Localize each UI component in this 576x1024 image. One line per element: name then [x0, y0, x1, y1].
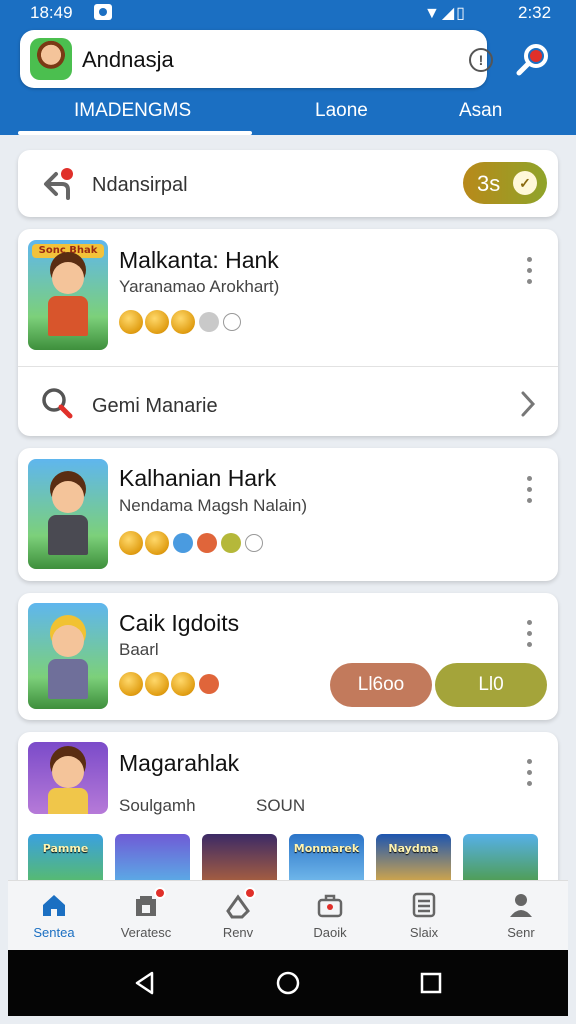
coin-icon: ✓: [513, 171, 537, 195]
game-extra-label: SOUN: [256, 796, 306, 815]
briefcase-icon: [317, 894, 343, 918]
account-name: Andnasja: [82, 47, 174, 72]
avatar[interactable]: [30, 38, 72, 80]
status-bar: 18:49 ▼◢▯ 2:32: [0, 0, 576, 26]
nav-item-store[interactable]: Veratesc: [106, 881, 186, 951]
tile-label: Pamme: [42, 842, 89, 855]
score-pill[interactable]: 3s ✓: [463, 162, 547, 204]
nav-label: Senr: [507, 925, 535, 940]
info-icon[interactable]: !: [469, 48, 493, 72]
nav-item-briefcase[interactable]: Daoik: [290, 881, 370, 951]
chevron-right-icon[interactable]: [518, 389, 538, 419]
clock-icon: [245, 534, 263, 552]
nav-item-tag[interactable]: Renv: [198, 881, 278, 951]
nav-item-home[interactable]: Sentea: [14, 881, 94, 951]
list-icon: [412, 892, 436, 918]
game-thumbnail[interactable]: [28, 459, 108, 569]
nav-label: Renv: [222, 925, 254, 940]
search-icon[interactable]: [513, 40, 553, 80]
game-card[interactable]: Caik Igdoits Baarl Ll6oo Ll0: [18, 593, 558, 720]
system-navigation: [8, 950, 568, 1016]
face-icon: [197, 533, 217, 553]
robot-icon: [199, 312, 219, 332]
globe-icon: [173, 533, 193, 553]
rating-row: [119, 671, 219, 697]
badge-icon: [221, 533, 241, 553]
coin-icon: [145, 310, 169, 334]
summary-card[interactable]: Ndansirpal 3s ✓: [18, 150, 558, 217]
game-card[interactable]: Kalhanian Hark Nendama Magsh Nalain): [18, 448, 558, 581]
tab-asan[interactable]: Asan: [459, 100, 502, 122]
rating-row: [119, 530, 263, 556]
app-header: 18:49 ▼◢▯ 2:32 Andnasja ! IMADENGMS Laon…: [0, 0, 576, 135]
coin-icon: [171, 672, 195, 696]
thumbnail-banner: Sonc Bhak: [32, 244, 104, 258]
tab-indicator: [18, 131, 252, 135]
game-title: Magarahlak: [119, 750, 240, 776]
manage-label: Gemi Manarie: [92, 395, 218, 417]
more-options-icon[interactable]: [524, 257, 536, 287]
nav-item-profile[interactable]: Senr: [481, 881, 561, 951]
back-icon[interactable]: [40, 168, 76, 200]
game-subtitle: Yaranamao Arokhart): [119, 277, 280, 296]
nav-label: Daoik: [313, 925, 347, 940]
coin-icon: [145, 531, 169, 555]
nav-item-list[interactable]: Slaix: [384, 881, 464, 951]
game-subtitle: Soulgamh: [119, 796, 196, 815]
status-time: 18:49: [30, 3, 73, 22]
signal-icon: ▼◢▯: [424, 5, 467, 22]
game-subtitle: Baarl: [119, 640, 159, 659]
tab-imadengms[interactable]: IMADENGMS: [74, 100, 191, 122]
gift-icon: [199, 674, 219, 694]
tile-label: Naydma: [388, 842, 439, 855]
rating-row: [119, 309, 241, 335]
game-title: Kalhanian Hark: [119, 465, 277, 491]
game-thumbnail[interactable]: [28, 603, 108, 709]
tile-label: Monmarek: [293, 842, 360, 855]
notification-badge: [154, 887, 166, 899]
divider: [18, 366, 558, 367]
more-options-icon[interactable]: [524, 620, 536, 650]
coin-icon: [145, 672, 169, 696]
more-options-icon[interactable]: [524, 476, 536, 506]
tab-bar: IMADENGMS Laone Asan: [0, 92, 576, 135]
coin-icon: [119, 531, 143, 555]
coin-icon: [119, 310, 143, 334]
game-card[interactable]: Magarahlak Soulgamh SOUN Pamme Monmarek …: [18, 732, 558, 892]
magnifier-icon: [42, 388, 73, 419]
nav-label: Slaix: [409, 925, 439, 940]
coin-icon: [119, 672, 143, 696]
coin-icon: [171, 310, 195, 334]
game-thumbnail[interactable]: [28, 742, 108, 814]
game-title: Malkanta: Hank: [119, 247, 279, 273]
game-thumbnail[interactable]: Sonc Bhak: [28, 240, 108, 350]
notification-badge: [244, 887, 256, 899]
tab-laone[interactable]: Laone: [315, 100, 368, 122]
home-nav-icon[interactable]: [275, 970, 301, 996]
home-icon: [43, 895, 65, 916]
summary-title: Ndansirpal: [92, 174, 188, 196]
action-button-primary[interactable]: Ll6oo: [330, 663, 432, 707]
profile-icon: [510, 894, 532, 917]
bottom-navigation: Sentea Veratesc Renv Daoik Slaix Senr: [8, 880, 568, 950]
status-time-secondary: 2:32: [518, 3, 552, 22]
game-subtitle: Nendama Magsh Nalain): [119, 496, 308, 515]
more-options-icon[interactable]: [524, 759, 536, 789]
account-bar[interactable]: Andnasja !: [20, 30, 493, 88]
action-button-secondary[interactable]: Ll0: [435, 663, 547, 707]
game-title: Caik Igdoits: [119, 610, 240, 636]
nav-label: Sentea: [33, 925, 75, 940]
back-nav-icon[interactable]: [132, 970, 158, 996]
game-card[interactable]: Sonc Bhak Malkanta: Hank Yaranamao Arokh…: [18, 229, 558, 436]
recents-nav-icon[interactable]: [418, 970, 444, 996]
notification-icon: [94, 4, 112, 20]
nav-label: Veratesc: [120, 925, 172, 940]
clock-icon: [223, 313, 241, 331]
score-value: 3s: [477, 171, 501, 196]
